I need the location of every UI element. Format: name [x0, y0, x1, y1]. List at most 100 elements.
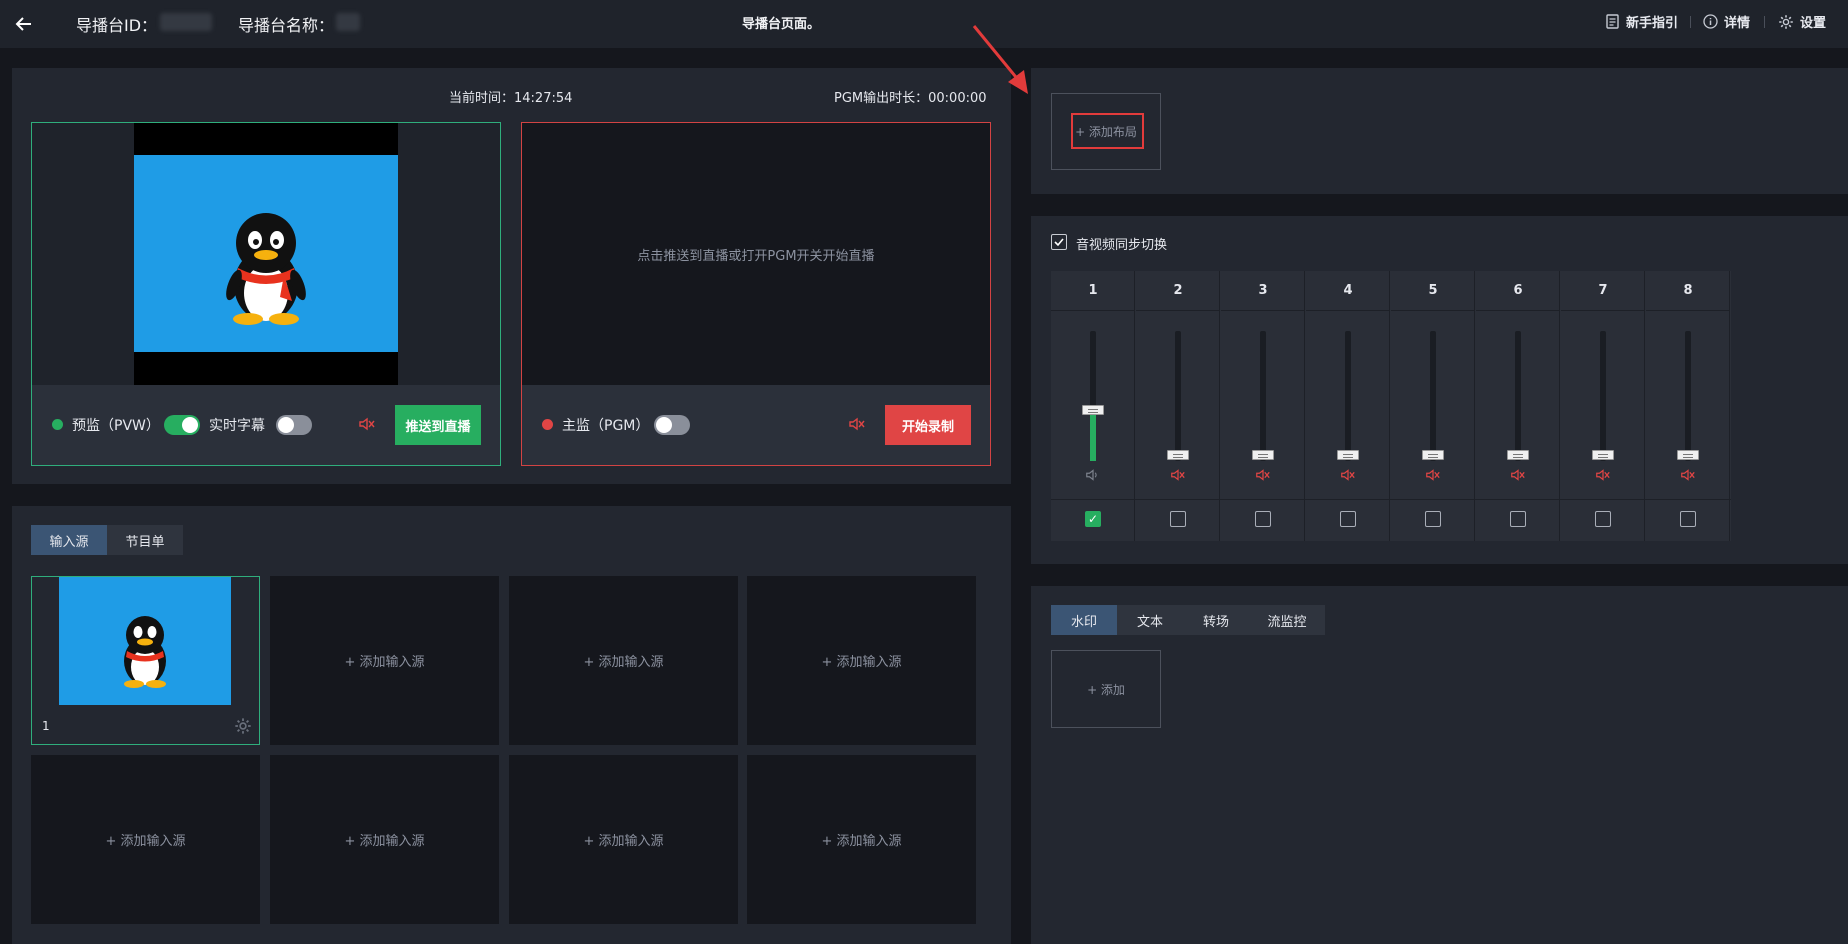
mixer-channel: 2: [1136, 271, 1220, 541]
director-name-label: 导播台名称：: [238, 16, 335, 35]
tab-watermark[interactable]: 水印: [1051, 605, 1117, 635]
volume-slider-track[interactable]: [1260, 331, 1266, 461]
settings-button[interactable]: 设置: [1778, 12, 1826, 31]
source-gear-icon[interactable]: [234, 717, 252, 735]
channel-select-checkbox[interactable]: [1510, 511, 1526, 527]
preview-control-bar: 预监（PVW） 实时字幕 推送到直播: [32, 385, 500, 465]
pgm-output-duration: PGM输出时长：00:00:00: [834, 91, 987, 106]
channel-select-checkbox[interactable]: ✓: [1085, 511, 1101, 527]
volume-slider-track[interactable]: [1430, 331, 1436, 461]
pgm-mute-icon[interactable]: [848, 415, 868, 435]
add-source-tile[interactable]: + 添加输入源: [270, 576, 499, 745]
pgm-toggle[interactable]: [654, 415, 690, 435]
add-watermark-button[interactable]: + 添加: [1051, 650, 1161, 728]
volume-slider-track[interactable]: [1600, 331, 1606, 461]
channel-select-checkbox[interactable]: [1595, 511, 1611, 527]
channel-number: 7: [1561, 271, 1645, 311]
pgm-status-dot: [542, 419, 553, 430]
pgm-control-bar: 主监（PGM） 开始录制: [522, 385, 990, 465]
current-time: 当前时间：14:27:54: [449, 91, 573, 106]
push-to-live-button[interactable]: 推送到直播: [395, 405, 481, 445]
tab-text[interactable]: 文本: [1117, 605, 1183, 635]
back-arrow-icon[interactable]: [10, 10, 38, 38]
add-source-tile[interactable]: + 添加输入源: [747, 576, 976, 745]
av-sync-label: 音视频同步切换: [1076, 238, 1168, 253]
speaker-icon[interactable]: [1085, 467, 1101, 483]
subtitle-label: 实时字幕: [209, 418, 265, 434]
mixer-channel: 3: [1221, 271, 1305, 541]
muted-speaker-icon[interactable]: [1425, 467, 1441, 483]
channel-select-checkbox[interactable]: [1170, 511, 1186, 527]
pgm-placeholder: 点击推送到直播或打开PGM开关开始直播: [637, 249, 875, 264]
volume-slider-handle[interactable]: [1337, 450, 1359, 460]
av-sync-checkbox[interactable]: [1051, 234, 1067, 250]
channel-select-checkbox[interactable]: [1255, 511, 1271, 527]
sources-tabs: 输入源 节目单: [31, 525, 183, 555]
muted-speaker-icon[interactable]: [1340, 467, 1356, 483]
annotation-arrow-icon: [972, 25, 1028, 94]
muted-speaker-icon[interactable]: [1595, 467, 1611, 483]
header-divider: [1764, 16, 1765, 28]
page-title: 导播台页面。: [742, 17, 821, 32]
program-monitor[interactable]: 点击推送到直播或打开PGM开关开始直播 主监（PGM） 开始录制: [521, 122, 991, 466]
add-source-tile[interactable]: + 添加输入源: [509, 755, 738, 924]
volume-slider-handle[interactable]: [1677, 450, 1699, 460]
volume-slider-track[interactable]: [1345, 331, 1351, 461]
details-button[interactable]: 详情: [1702, 12, 1750, 31]
tab-input-sources[interactable]: 输入源: [31, 525, 107, 555]
subtitle-toggle[interactable]: [276, 415, 312, 435]
add-source-tile[interactable]: + 添加输入源: [509, 576, 738, 745]
audio-mixer: 1 ✓ 2 3 4 5 6 7 8: [1051, 271, 1731, 541]
pvw-label: 预监（PVW）: [72, 418, 160, 434]
start-recording-button[interactable]: 开始录制: [885, 405, 971, 445]
guide-icon: [1604, 14, 1620, 30]
preview-frame: [134, 155, 398, 352]
volume-slider-track[interactable]: [1685, 331, 1691, 461]
volume-slider-track[interactable]: [1175, 331, 1181, 461]
mixer-channel: 1 ✓: [1051, 271, 1135, 541]
add-source-tile[interactable]: + 添加输入源: [270, 755, 499, 924]
volume-slider-track[interactable]: [1515, 331, 1521, 461]
channel-number: 5: [1391, 271, 1475, 311]
pvw-toggle[interactable]: [164, 415, 200, 435]
channel-select-checkbox[interactable]: [1340, 511, 1356, 527]
volume-slider-handle[interactable]: [1167, 450, 1189, 460]
header-divider: [1690, 16, 1691, 28]
penguin-logo: [226, 213, 306, 325]
channel-number: 1: [1051, 271, 1135, 311]
volume-slider-handle[interactable]: [1082, 404, 1104, 415]
source-tile-1[interactable]: 1: [31, 576, 260, 745]
tab-stream-monitor[interactable]: 流监控: [1249, 605, 1325, 635]
redacted-id: [160, 13, 212, 31]
add-source-tile[interactable]: + 添加输入源: [31, 755, 260, 924]
penguin-logo: [124, 616, 166, 688]
mixer-channel: 7: [1561, 271, 1645, 541]
channel-select-checkbox[interactable]: [1425, 511, 1441, 527]
channel-number: 6: [1476, 271, 1560, 311]
gear-icon: [1778, 14, 1794, 30]
preview-monitor[interactable]: 预监（PVW） 实时字幕 推送到直播: [31, 122, 501, 466]
channel-select-checkbox[interactable]: [1680, 511, 1696, 527]
add-source-tile[interactable]: + 添加输入源: [747, 755, 976, 924]
volume-slider-handle[interactable]: [1252, 450, 1274, 460]
info-icon: [1702, 14, 1718, 30]
volume-slider-handle[interactable]: [1507, 450, 1529, 460]
channel-number: 3: [1221, 271, 1305, 311]
effects-panel: [1031, 586, 1848, 944]
muted-speaker-icon[interactable]: [1680, 467, 1696, 483]
channel-number: 2: [1136, 271, 1220, 311]
mixer-channel: 5: [1391, 271, 1475, 541]
volume-slider-handle[interactable]: [1422, 450, 1444, 460]
top-bar: 导播台ID： 导播台名称： 导播台页面。 新手指引 详情 设置: [0, 0, 1848, 48]
muted-speaker-icon[interactable]: [1170, 467, 1186, 483]
pvw-status-dot: [52, 419, 63, 430]
annotation-highlight-box: [1071, 113, 1144, 149]
tab-transition[interactable]: 转场: [1183, 605, 1249, 635]
guide-button[interactable]: 新手指引: [1604, 12, 1678, 31]
muted-speaker-icon[interactable]: [1510, 467, 1526, 483]
volume-slider-handle[interactable]: [1592, 450, 1614, 460]
tab-program-list[interactable]: 节目单: [107, 525, 183, 555]
muted-speaker-icon[interactable]: [1255, 467, 1271, 483]
redacted-name: [336, 13, 360, 31]
pvw-mute-icon[interactable]: [358, 415, 378, 435]
